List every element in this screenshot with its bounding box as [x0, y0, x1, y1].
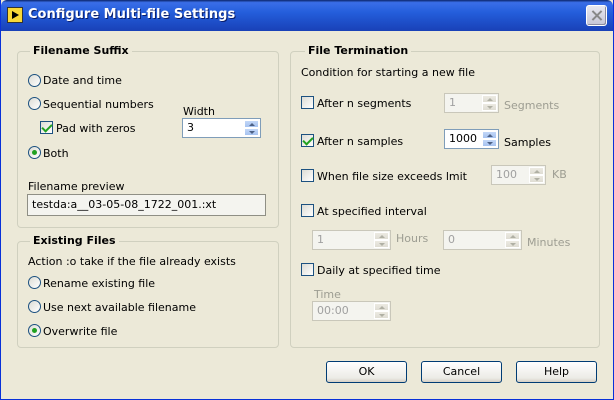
- segments-spinner[interactable]: [482, 95, 497, 111]
- file-size-checkbox[interactable]: [301, 169, 314, 182]
- after-segments-label: After n segments: [317, 97, 412, 110]
- file-termination-title: File Termination: [305, 44, 412, 57]
- pad-zeros-label: Pad with zeros: [56, 122, 136, 135]
- daily-checkbox[interactable]: [301, 263, 314, 276]
- spin-down-icon[interactable]: [482, 103, 497, 111]
- minutes-unit: Minutes: [527, 236, 571, 249]
- spin-up-icon[interactable]: [374, 303, 389, 311]
- spin-up-icon[interactable]: [244, 120, 259, 128]
- size-spinner[interactable]: [529, 167, 544, 183]
- hours-spinner[interactable]: [374, 232, 389, 248]
- rename-label: Rename existing file: [43, 277, 156, 290]
- existing-files-title: Existing Files: [30, 234, 119, 247]
- interval-label: At specified interval: [317, 205, 427, 218]
- time-spinner[interactable]: [374, 303, 389, 319]
- spin-up-icon[interactable]: [482, 95, 497, 103]
- existing-action-label: Action :o take if the file already exist…: [28, 255, 236, 268]
- window-title: Configure Multi-file Settings: [28, 7, 236, 22]
- overwrite-label: Overwrite file: [43, 325, 118, 338]
- labview-app-icon: [7, 7, 23, 23]
- overwrite-radio[interactable]: [28, 324, 41, 337]
- ok-button[interactable]: OK: [326, 361, 407, 383]
- spin-down-icon[interactable]: [482, 139, 497, 147]
- time-label: Time: [314, 288, 341, 301]
- condition-label: Condition for starting a new file: [301, 66, 475, 79]
- spin-down-icon[interactable]: [529, 175, 544, 183]
- hours-value: 1: [317, 233, 324, 246]
- spin-down-icon[interactable]: [244, 128, 259, 136]
- daily-label: Daily at specified time: [317, 264, 441, 277]
- both-label: Both: [43, 147, 69, 160]
- samples-unit: Samples: [504, 136, 551, 149]
- segments-unit: Segments: [504, 99, 560, 112]
- width-numeric-input[interactable]: 3: [182, 118, 261, 138]
- hours-input[interactable]: 1: [312, 230, 391, 250]
- filename-preview-value: testda:a__03-05-08_1722_001.:xt: [32, 198, 217, 211]
- spin-down-icon[interactable]: [374, 240, 389, 248]
- file-size-label: When file size exceeds lmit: [317, 170, 467, 183]
- size-value: 100: [496, 168, 517, 181]
- date-time-label: Date and time: [43, 74, 122, 87]
- spin-down-icon[interactable]: [505, 240, 520, 248]
- sequential-label: Sequential numbers: [43, 98, 154, 111]
- rename-radio[interactable]: [28, 276, 41, 289]
- close-button[interactable]: [586, 5, 607, 26]
- spin-down-icon[interactable]: [374, 311, 389, 319]
- dialog-window: Configure Multi-file Settings Filename S…: [0, 0, 614, 400]
- title-bar: Configure Multi-file Settings: [1, 0, 613, 31]
- help-button[interactable]: Help: [516, 361, 597, 383]
- hours-unit: Hours: [396, 232, 429, 245]
- filename-preview-box: testda:a__03-05-08_1722_001.:xt: [27, 194, 266, 216]
- after-segments-checkbox[interactable]: [301, 96, 314, 109]
- minutes-input[interactable]: 0: [443, 230, 522, 250]
- cancel-button[interactable]: Cancel: [421, 361, 502, 383]
- next-filename-radio[interactable]: [28, 300, 41, 313]
- spin-up-icon[interactable]: [482, 131, 497, 139]
- samples-value: 1000: [449, 132, 477, 145]
- both-radio[interactable]: [28, 146, 41, 159]
- minutes-spinner[interactable]: [505, 232, 520, 248]
- segments-value: 1: [449, 96, 456, 109]
- preview-label: Filename preview: [28, 180, 125, 193]
- spin-up-icon[interactable]: [529, 167, 544, 175]
- samples-input[interactable]: 1000: [444, 129, 499, 149]
- width-value: 3: [187, 121, 194, 134]
- after-samples-checkbox[interactable]: [301, 134, 314, 147]
- time-value: 00:00: [317, 304, 349, 317]
- sequential-radio[interactable]: [28, 97, 41, 110]
- segments-input[interactable]: 1: [444, 93, 499, 113]
- interval-checkbox[interactable]: [301, 204, 314, 217]
- width-spinner[interactable]: [244, 120, 259, 136]
- next-filename-label: Use next available filename: [43, 301, 197, 314]
- pad-zeros-checkbox[interactable]: [40, 121, 53, 134]
- spin-up-icon[interactable]: [374, 232, 389, 240]
- time-input[interactable]: 00:00: [312, 301, 391, 321]
- date-time-radio[interactable]: [28, 74, 41, 87]
- width-label: Width: [183, 105, 215, 118]
- filename-suffix-title: Filename Suffix: [30, 44, 132, 57]
- after-samples-label: After n samples: [317, 135, 404, 148]
- minutes-value: 0: [448, 233, 455, 246]
- size-unit: KB: [552, 168, 567, 181]
- samples-spinner[interactable]: [482, 131, 497, 147]
- spin-up-icon[interactable]: [505, 232, 520, 240]
- size-input[interactable]: 100: [491, 165, 546, 185]
